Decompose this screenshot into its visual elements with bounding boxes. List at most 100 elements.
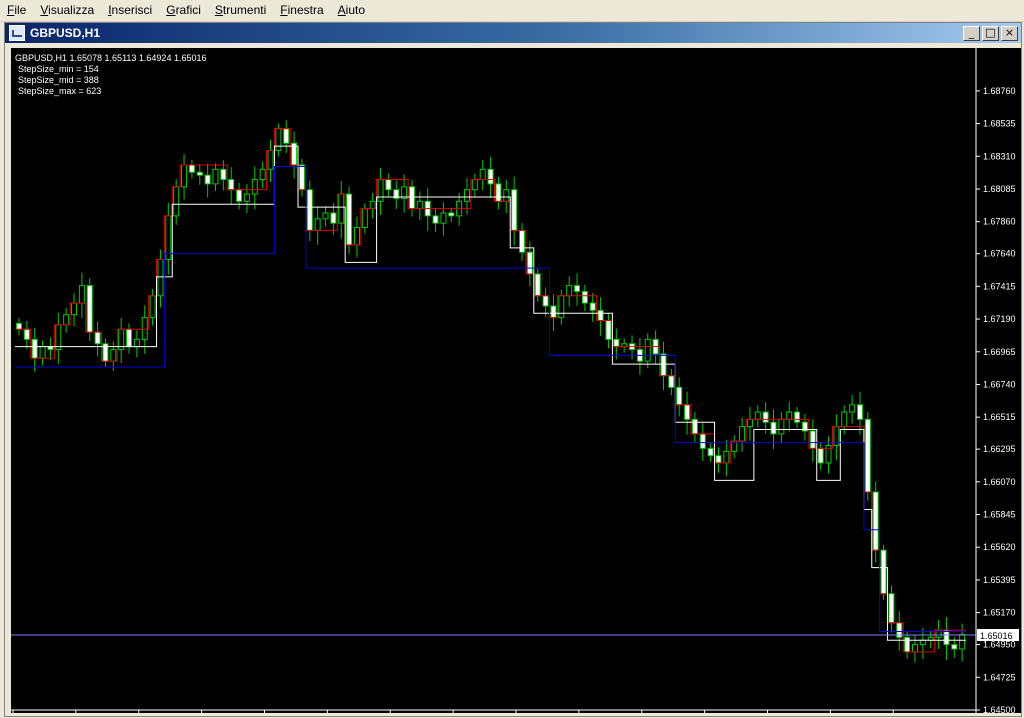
current-price-label: 1.65016 xyxy=(980,631,1013,641)
candle-body xyxy=(668,375,675,388)
candle-body xyxy=(86,285,93,333)
candle-body xyxy=(574,285,581,292)
price-tick-label: 1.65395 xyxy=(983,575,1016,585)
candle-body xyxy=(841,411,848,428)
symbol-info: GBPUSD,H1 1.65078 1.65113 1.64924 1.6501… xyxy=(15,53,206,63)
menu-inserisci[interactable]: Inserisci xyxy=(101,0,159,21)
candle-body xyxy=(581,290,588,304)
candle-body xyxy=(746,418,753,428)
candle-body xyxy=(369,200,376,210)
candle-body xyxy=(408,186,415,210)
candle-body xyxy=(314,218,321,231)
candle-body xyxy=(566,285,573,297)
close-button[interactable]: × xyxy=(1001,26,1018,41)
maximize-button[interactable]: □ xyxy=(982,26,999,41)
candle-body xyxy=(110,349,117,362)
candle-body xyxy=(558,295,565,319)
param-mid: StepSize_mid = 388 xyxy=(18,75,99,85)
candle-body xyxy=(126,328,133,348)
price-tick-label: 1.66070 xyxy=(983,477,1016,487)
menu-file[interactable]: File xyxy=(0,0,33,21)
candle-body xyxy=(526,251,533,275)
candle-body xyxy=(133,338,140,348)
window-title: GBPUSD,H1 xyxy=(30,26,101,40)
candle-body xyxy=(259,168,266,181)
candle-body xyxy=(503,189,510,202)
candle-body xyxy=(589,302,596,311)
candle-body xyxy=(723,450,730,464)
price-tick-label: 1.66515 xyxy=(983,412,1016,422)
chart-area[interactable]: GBPUSD,H1 1.65078 1.65113 1.64924 1.6501… xyxy=(11,48,1021,718)
candle-body xyxy=(605,320,612,340)
menu-grafici[interactable]: Grafici xyxy=(159,0,208,21)
candle-body xyxy=(739,426,746,442)
stepsize-max-line xyxy=(15,165,967,633)
menu-aiuto[interactable]: Aiuto xyxy=(331,0,372,21)
candle-body xyxy=(943,629,950,646)
price-tick-label: 1.68535 xyxy=(983,119,1016,129)
param-max: StepSize_max = 623 xyxy=(18,86,101,96)
candle-body xyxy=(511,189,518,231)
chart-window-icon xyxy=(9,25,25,41)
menu-strumenti[interactable]: Strumenti xyxy=(208,0,273,21)
candle-body xyxy=(228,179,235,191)
candle-body xyxy=(479,168,486,181)
price-chart[interactable]: GBPUSD,H1 1.65078 1.65113 1.64924 1.6501… xyxy=(11,48,1021,718)
price-tick-label: 1.66295 xyxy=(983,444,1016,454)
candle-body xyxy=(353,226,360,246)
menu-finestra[interactable]: Finestra xyxy=(273,0,330,21)
chart-window: GBPUSD,H1 _ □ × GBPUSD,H1 1.65078 1.6511… xyxy=(4,22,1022,718)
candle-body xyxy=(864,418,871,493)
candle-body xyxy=(298,164,305,191)
candle-body xyxy=(330,212,337,224)
candle-body xyxy=(251,179,258,195)
candle-body xyxy=(173,186,180,217)
candle-body xyxy=(432,215,439,224)
candle-body xyxy=(542,295,549,307)
candle-body xyxy=(196,171,203,176)
candle-body xyxy=(267,149,274,170)
price-tick-label: 1.67640 xyxy=(983,249,1016,259)
menu-visualizza[interactable]: Visualizza xyxy=(33,0,101,21)
candle-body xyxy=(613,338,620,348)
candle-body xyxy=(487,168,494,185)
candle-body xyxy=(550,305,557,319)
candle-body xyxy=(31,338,38,359)
price-tick-label: 1.65620 xyxy=(983,542,1016,552)
candle-body xyxy=(872,491,879,551)
candle-body xyxy=(849,404,856,413)
candle-body xyxy=(204,174,211,185)
candle-body xyxy=(283,128,290,144)
price-tick-label: 1.67415 xyxy=(983,281,1016,291)
candle-body xyxy=(463,189,470,202)
candle-body xyxy=(880,549,887,595)
candle-body xyxy=(149,295,156,319)
candle-body xyxy=(684,404,691,420)
candle-body xyxy=(165,215,172,260)
candle-body xyxy=(660,353,667,377)
candle-body xyxy=(212,168,219,185)
price-tick-label: 1.67190 xyxy=(983,314,1016,324)
candle-body xyxy=(385,179,392,191)
candle-body xyxy=(904,636,911,653)
menu-bar: File Visualizza Inserisci Grafici Strumenti F… xyxy=(0,0,1024,22)
candle-body xyxy=(676,386,683,406)
candle-body xyxy=(471,179,478,191)
candle-body xyxy=(495,183,502,202)
candle-body xyxy=(762,411,769,423)
minimize-button[interactable]: _ xyxy=(963,26,980,41)
candle-body xyxy=(888,593,895,624)
param-min: StepSize_min = 154 xyxy=(18,64,99,74)
window-titlebar[interactable]: GBPUSD,H1 _ □ × xyxy=(5,23,1021,43)
price-tick-label: 1.66965 xyxy=(983,347,1016,357)
candle-body xyxy=(794,411,801,423)
price-tick-label: 1.68310 xyxy=(983,151,1016,161)
candle-body xyxy=(715,455,722,464)
candle-body xyxy=(534,273,541,297)
price-tick-label: 1.66740 xyxy=(983,379,1016,389)
candle-body xyxy=(786,411,793,420)
candle-body xyxy=(519,229,526,253)
candle-body xyxy=(754,411,761,420)
price-tick-label: 1.67860 xyxy=(983,217,1016,227)
candle-body xyxy=(220,168,227,181)
